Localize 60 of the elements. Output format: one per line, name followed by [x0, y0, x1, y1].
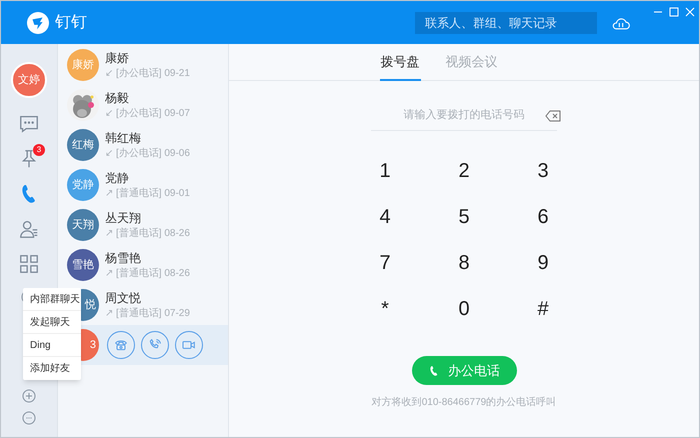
video-icon[interactable]	[175, 331, 203, 359]
dial-key[interactable]: 8	[424, 240, 504, 286]
more-icon[interactable]	[22, 411, 36, 425]
menu-item[interactable]: Ding	[23, 334, 81, 357]
contact-name: 党静	[105, 170, 130, 186]
contact-name: 周文悦	[105, 290, 142, 306]
contact-name: 康娇	[105, 50, 130, 66]
call-direction-arrow: ↗	[105, 306, 113, 320]
call-detail: [普通电话] 09-01	[116, 186, 190, 200]
apps-icon[interactable]	[18, 253, 40, 275]
contact-avatar: 天翔	[67, 209, 99, 241]
search-field[interactable]: 联系人、群组、聊天记录	[415, 12, 597, 34]
chat-icon[interactable]	[18, 113, 40, 135]
maximize-icon[interactable]	[669, 7, 679, 17]
call-detail: [普通电话] 08-26	[116, 226, 190, 240]
call-detail: [普通电话] 08-26	[116, 266, 190, 280]
call-direction-arrow: ↗	[105, 186, 113, 200]
dial-key[interactable]: *	[346, 286, 424, 332]
close-icon[interactable]	[685, 7, 695, 17]
call-direction-arrow: ↙	[105, 146, 113, 160]
dial-key[interactable]: 6	[504, 194, 582, 240]
dial-key[interactable]: 5	[424, 194, 504, 240]
dial-key[interactable]: 3	[504, 148, 582, 194]
call-detail: [办公电话] 09-06	[116, 146, 190, 160]
phone-icon	[428, 364, 440, 376]
contact-avatar: 雪艳	[67, 249, 99, 281]
dial-key[interactable]: 7	[346, 240, 424, 286]
plus-icon[interactable]	[22, 389, 36, 403]
contact-name: 韩红梅	[105, 130, 142, 146]
phone-call-icon[interactable]	[141, 331, 169, 359]
phone-icon[interactable]	[107, 331, 135, 359]
app-title: 钉钉	[55, 12, 87, 32]
dial-key[interactable]: 2	[424, 148, 504, 194]
dial-key[interactable]: #	[504, 286, 582, 332]
call-direction-arrow: ↗	[105, 226, 113, 240]
menu-item[interactable]: 发起聊天	[23, 311, 81, 334]
call-direction-arrow: ↙	[105, 106, 113, 120]
dial-key[interactable]: 0	[424, 286, 504, 332]
notification-badge: 3	[33, 144, 45, 156]
contact-name: 丛天翔	[105, 210, 142, 226]
contact-avatar: 党静	[67, 169, 99, 201]
contact-name: 杨雪艳	[105, 250, 142, 266]
dial-key[interactable]: 9	[504, 240, 582, 286]
call-direction-arrow: ↙	[105, 66, 113, 80]
contact-name: 杨毅	[105, 90, 130, 106]
call-detail: [普通电话] 07-29	[116, 306, 190, 320]
logo-icon	[27, 12, 49, 34]
backspace-icon[interactable]	[545, 110, 561, 122]
dial-key[interactable]: 4	[346, 194, 424, 240]
call-note: 对方将收到010-86466779的办公电话呼叫	[372, 396, 556, 410]
call-detail: [办公电话] 09-07	[116, 106, 190, 120]
phone-number-input[interactable]: 请输入要拨打的电话号码	[371, 107, 557, 124]
contacts-icon[interactable]	[18, 218, 40, 240]
contact-avatar: 红梅	[67, 129, 99, 161]
tab[interactable]: 拨号盘	[380, 44, 420, 81]
contact-avatar: 康娇	[67, 49, 99, 81]
call-direction-arrow: ↗	[105, 266, 113, 280]
call-detail: [办公电话] 09-21	[116, 66, 190, 80]
menu-item[interactable]: 内部群聊天	[23, 288, 81, 311]
dial-key[interactable]: 1	[346, 148, 424, 194]
